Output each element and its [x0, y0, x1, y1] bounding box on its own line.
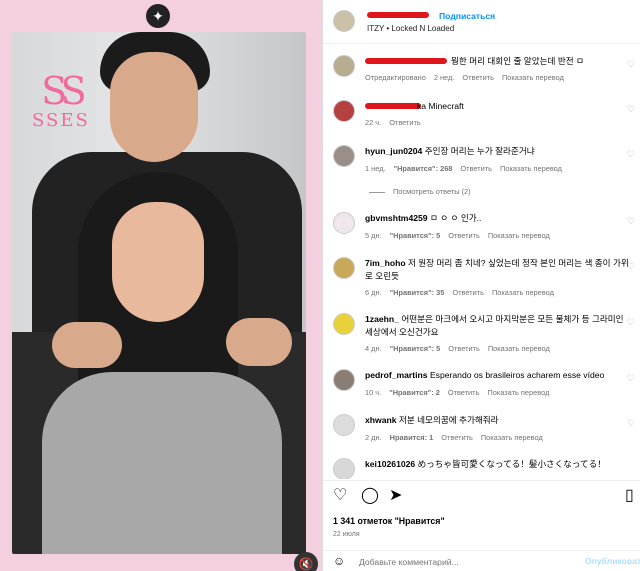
reply-link[interactable]: Ответить — [448, 344, 480, 353]
commenter-avatar[interactable] — [333, 100, 355, 122]
share-icon[interactable]: ➤ — [389, 488, 402, 504]
comment-list[interactable]: 뭥한 머리 대회인 줄 알았는데 반전 ㅁ Отредактировано 2 н… — [323, 45, 640, 479]
music-label[interactable]: ITZY • Locked N Loaded — [367, 24, 454, 33]
translate-link[interactable]: Показать перевод — [487, 388, 549, 397]
heart-icon[interactable]: ♡ — [333, 488, 347, 504]
author-avatar[interactable] — [333, 10, 355, 32]
translate-link[interactable]: Показать перевод — [502, 73, 564, 82]
commenter-username[interactable]: pedrof_martins — [365, 370, 428, 380]
mute-icon[interactable]: 🔇 — [294, 552, 318, 571]
commenter-username[interactable]: kei10261026 — [365, 459, 415, 469]
heart-icon[interactable]: ♡ — [627, 104, 635, 115]
heart-icon[interactable]: ♡ — [627, 59, 635, 70]
emoji-icon[interactable]: ☺ — [333, 554, 345, 568]
view-replies-link[interactable]: Посмотреть ответы (2) — [369, 187, 471, 196]
translate-link[interactable]: Показать перевод — [500, 164, 562, 173]
redacted-username — [367, 12, 429, 18]
brand-logo: SS SSES — [32, 69, 90, 131]
heart-icon[interactable]: ♡ — [627, 317, 635, 328]
commenter-avatar[interactable] — [333, 458, 355, 479]
translate-link[interactable]: Показать перевод — [488, 344, 550, 353]
reply-link[interactable]: Ответить — [441, 433, 473, 442]
commenter-username[interactable]: 7im_hoho — [365, 258, 406, 268]
post-date: 22 июля — [333, 531, 360, 538]
reply-link[interactable]: Ответить — [448, 388, 480, 397]
commenter-avatar[interactable] — [333, 257, 355, 279]
heart-icon[interactable]: ♡ — [627, 373, 635, 384]
translate-link[interactable]: Показать перевод — [488, 231, 550, 240]
commenter-avatar[interactable] — [333, 369, 355, 391]
sparkle-icon[interactable]: ✦ — [146, 4, 170, 28]
heart-icon[interactable]: ♡ — [627, 261, 635, 272]
heart-icon[interactable]: ♡ — [627, 418, 635, 429]
media-panel: SS SSES ✦ 🔇 — [0, 0, 322, 571]
translate-link[interactable]: Показать перевод — [492, 288, 554, 297]
commenter-username[interactable]: hyun_jun0204 — [365, 146, 422, 156]
bookmark-icon[interactable]: ▯ — [625, 488, 634, 504]
translate-link[interactable]: Показать перевод — [481, 433, 543, 442]
commenter-username[interactable]: gbvmshtm4259 — [365, 213, 428, 223]
video-player[interactable]: SS SSES — [12, 32, 306, 554]
comments-panel: Подписаться ITZY • Locked N Loaded 뭥한 머리… — [322, 0, 640, 571]
add-comment-bar: ☺ Опубликовать — [323, 550, 640, 571]
comment-icon[interactable]: ◯ — [361, 488, 379, 504]
follow-button[interactable]: Подписаться — [439, 11, 495, 21]
publish-button[interactable]: Опубликовать — [585, 556, 640, 566]
reply-link[interactable]: Ответить — [389, 118, 421, 127]
commenter-avatar[interactable] — [333, 414, 355, 436]
commenter-username[interactable]: xhwank — [365, 415, 397, 425]
reply-link[interactable]: Ответить — [448, 231, 480, 240]
action-bar: ♡ ◯ ➤ ▯ — [323, 480, 640, 510]
commenter-avatar[interactable] — [333, 55, 355, 77]
commenter-avatar[interactable] — [333, 212, 355, 234]
commenter-avatar[interactable] — [333, 145, 355, 167]
reply-link[interactable]: Ответить — [452, 288, 484, 297]
commenter-avatar[interactable] — [333, 313, 355, 335]
heart-icon[interactable]: ♡ — [627, 149, 635, 160]
reply-link[interactable]: Ответить — [462, 73, 494, 82]
comment-input[interactable] — [359, 555, 559, 569]
reply-link[interactable]: Ответить — [460, 164, 492, 173]
heart-icon[interactable]: ♡ — [627, 216, 635, 227]
commenter-username[interactable]: 1zaehn_ — [365, 314, 399, 324]
likes-count[interactable]: 1 341 отметок "Нравится" — [333, 516, 445, 526]
post-header: Подписаться ITZY • Locked N Loaded — [323, 0, 640, 44]
